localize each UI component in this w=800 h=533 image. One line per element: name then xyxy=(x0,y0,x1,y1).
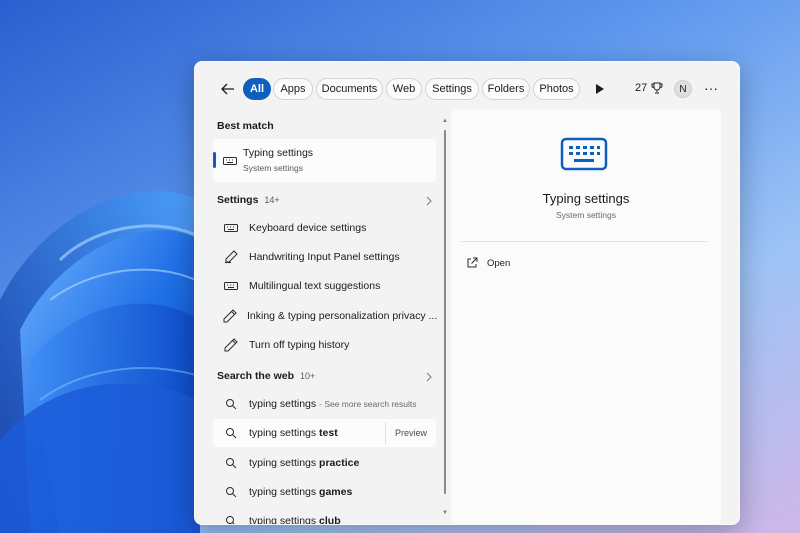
settings-section-label: Settings xyxy=(217,194,259,206)
web-result-4[interactable]: typing settings club xyxy=(213,507,436,525)
ellipsis-icon: ··· xyxy=(704,80,718,96)
keyboard-icon xyxy=(223,154,237,166)
web-result-2[interactable]: typing settings practice xyxy=(213,449,436,477)
pen-icon xyxy=(223,338,239,352)
scroll-up-arrow[interactable]: ▲ xyxy=(442,118,448,124)
filter-apps[interactable]: Apps xyxy=(273,78,313,100)
preview-button[interactable]: Preview xyxy=(385,422,436,444)
result-label: Inking & typing personalization privacy … xyxy=(247,310,438,322)
settings-result-keyboard-device[interactable]: Keyboard device settings xyxy=(213,214,436,242)
trophy-icon xyxy=(651,82,663,94)
rewards-points[interactable]: 27 xyxy=(635,82,663,94)
web-query: typing settings - See more search results xyxy=(249,398,417,410)
search-icon xyxy=(223,397,239,411)
arrow-left-icon xyxy=(221,83,234,95)
divider xyxy=(461,241,707,242)
open-action[interactable]: Open xyxy=(465,253,585,273)
open-external-icon xyxy=(465,256,479,270)
web-section-header[interactable]: Search the web 10+ xyxy=(217,370,315,382)
scroll-down-arrow[interactable]: ▼ xyxy=(442,510,448,516)
filter-all[interactable]: All xyxy=(243,78,271,100)
filter-folders[interactable]: Folders xyxy=(482,78,530,100)
settings-result-typing-history[interactable]: Turn off typing history xyxy=(213,331,436,359)
pen-icon xyxy=(223,309,237,323)
web-result-0[interactable]: typing settings - See more search results xyxy=(213,390,436,418)
search-icon xyxy=(223,456,239,470)
detail-pane: Typing settings System settings Open xyxy=(451,109,721,524)
best-match-title: Typing settings xyxy=(243,147,314,159)
settings-result-handwriting[interactable]: Handwriting Input Panel settings xyxy=(213,243,436,271)
web-query: typing settings club xyxy=(249,515,341,525)
web-query: typing settings games xyxy=(249,486,353,498)
settings-result-inking-privacy[interactable]: Inking & typing personalization privacy … xyxy=(213,302,438,330)
best-match-label: Best match xyxy=(217,120,274,132)
back-button[interactable] xyxy=(217,80,239,98)
search-icon xyxy=(223,514,239,524)
play-icon xyxy=(596,84,604,94)
settings-result-multilingual[interactable]: Multilingual text suggestions xyxy=(213,272,436,300)
result-label: Multilingual text suggestions xyxy=(249,280,381,292)
keyboard-icon xyxy=(223,221,239,235)
points-value: 27 xyxy=(635,82,648,94)
result-label: Turn off typing history xyxy=(249,339,350,351)
user-avatar[interactable]: N xyxy=(674,80,692,98)
keyboard-icon xyxy=(560,137,608,171)
filter-bar: All Apps Documents Web Settings Folders … xyxy=(195,62,739,114)
best-match-header: Best match xyxy=(217,120,274,132)
keyboard-icon xyxy=(223,279,239,293)
best-match-result[interactable]: Typing settings System settings xyxy=(213,139,436,182)
chevron-right-icon[interactable] xyxy=(425,372,433,382)
more-filters-button[interactable] xyxy=(595,82,607,96)
web-result-1[interactable]: typing settings test Preview xyxy=(213,419,436,447)
web-result-3[interactable]: typing settings games xyxy=(213,478,436,506)
more-options-button[interactable]: ··· xyxy=(703,80,719,96)
web-section-count: 10+ xyxy=(300,371,316,381)
selection-indicator xyxy=(213,152,216,168)
best-match-subtitle: System settings xyxy=(243,163,303,173)
result-label: Handwriting Input Panel settings xyxy=(249,251,400,263)
filter-documents[interactable]: Documents xyxy=(316,78,383,100)
chevron-right-icon[interactable] xyxy=(425,196,433,206)
detail-subtitle: System settings xyxy=(556,210,616,220)
results-list: Best match Typing settings System settin… xyxy=(195,114,447,524)
web-query: typing settings practice xyxy=(249,457,360,469)
search-flyout: All Apps Documents Web Settings Folders … xyxy=(194,61,740,525)
result-label: Keyboard device settings xyxy=(249,222,367,234)
settings-section-count: 14+ xyxy=(264,195,280,205)
handwriting-icon xyxy=(223,250,239,264)
filter-settings[interactable]: Settings xyxy=(425,78,479,100)
filter-photos[interactable]: Photos xyxy=(533,78,580,100)
filter-web[interactable]: Web xyxy=(386,78,422,100)
settings-section-header[interactable]: Settings 14+ xyxy=(217,194,280,206)
web-section-label: Search the web xyxy=(217,370,295,382)
open-label: Open xyxy=(487,257,511,269)
search-icon xyxy=(223,485,239,499)
web-query: typing settings test xyxy=(249,427,338,439)
scroll-thumb[interactable] xyxy=(444,130,446,494)
detail-title: Typing settings xyxy=(542,191,630,206)
results-scrollbar[interactable]: ▲ ▼ xyxy=(442,118,448,518)
search-icon xyxy=(223,426,239,440)
